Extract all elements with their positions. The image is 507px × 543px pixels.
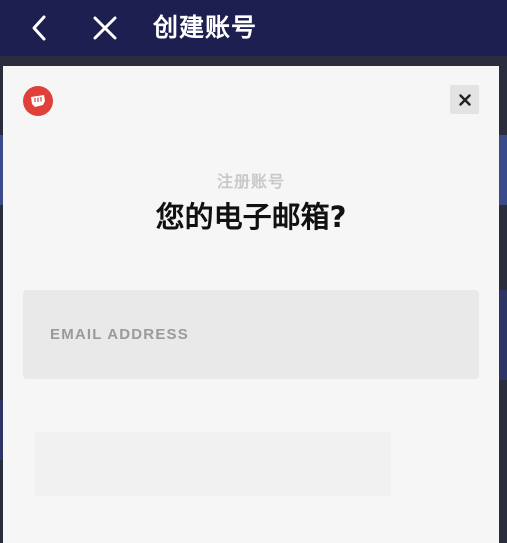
email-field[interactable]: [23, 290, 479, 379]
fist-glyph-icon: [31, 95, 45, 107]
form-subtitle: 注册账号: [216, 172, 285, 191]
riot-fist-logo-icon: [23, 86, 53, 116]
close-nav-button[interactable]: [90, 13, 120, 43]
close-icon: [458, 93, 471, 106]
sheet-close-button[interactable]: [450, 85, 479, 114]
top-nav-bar: 创建账号: [0, 0, 507, 56]
form-heading: 您的电子邮箱?: [155, 200, 347, 234]
back-button[interactable]: [24, 13, 54, 43]
signup-sheet: 注册账号 您的电子邮箱?: [3, 66, 499, 543]
chevron-left-icon: [32, 15, 46, 41]
close-icon: [93, 16, 117, 40]
background-page-edge: [499, 290, 507, 380]
app-root: 创建账号 注册账号 您的电子邮箱?: [0, 0, 507, 543]
background-page-edge: [499, 135, 507, 205]
page-title: 创建账号: [153, 13, 258, 42]
faded-next-button-area: [35, 432, 391, 496]
